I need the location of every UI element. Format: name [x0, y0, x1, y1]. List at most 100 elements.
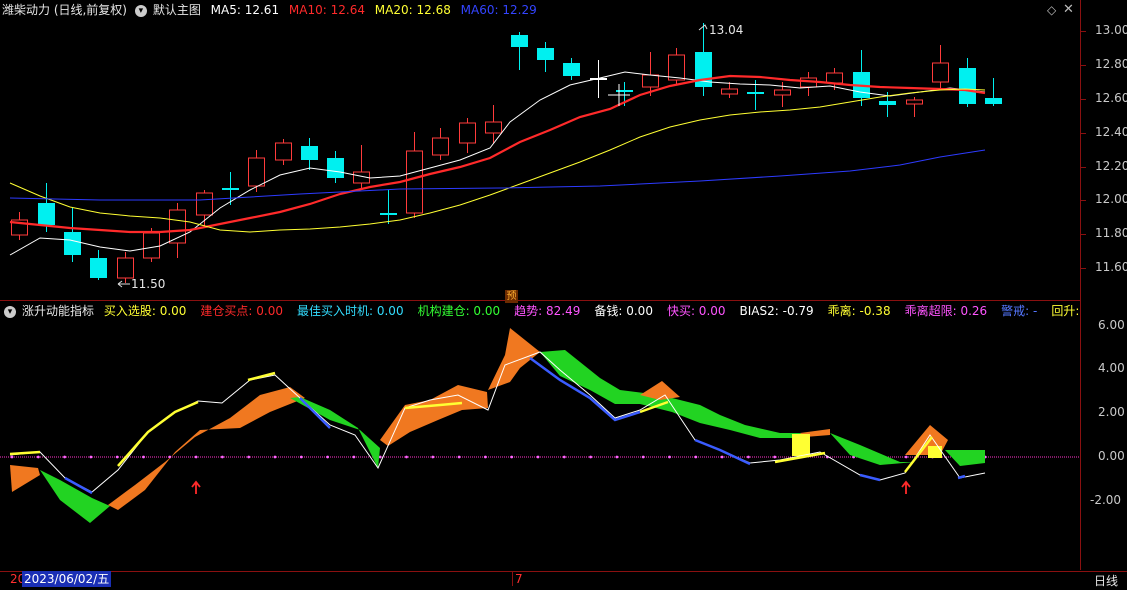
price-tick: 12.80: [1095, 57, 1127, 71]
price-tick: 12.00: [1095, 192, 1127, 206]
ribbon-green: [830, 433, 915, 465]
ribbon-green: [945, 450, 985, 466]
zero-dot: [168, 455, 172, 459]
price-tick-mark: [1081, 200, 1086, 201]
signal-yellow: [9, 450, 41, 456]
candle-body-up: [642, 74, 659, 88]
zero-dot: [273, 455, 277, 459]
bottom-bar: [0, 571, 1127, 590]
candle-body-down: [985, 98, 1002, 104]
candle-body-down: [959, 68, 976, 104]
indicator-legend-item: 机构建仓: 0.00: [417, 304, 501, 318]
price-tick-mark: [1081, 234, 1086, 235]
candle-body-flat: [747, 92, 764, 94]
candle-body-flat: [380, 213, 397, 215]
candle-body-up: [248, 157, 265, 187]
price-tick-mark: [1081, 99, 1086, 100]
zero-dot: [221, 455, 224, 459]
candle-body-down: [511, 35, 528, 47]
ribbon-orange: [108, 387, 305, 510]
indicator-legend-item: BIAS2: -0.79: [739, 304, 814, 318]
zero-dot: [142, 455, 145, 459]
candle-body-down: [90, 258, 107, 278]
candle-body-up: [774, 89, 791, 96]
candle-body-up: [196, 192, 213, 216]
zero-dot: [536, 455, 540, 459]
zero-dot: [63, 455, 66, 459]
candle-body-down: [879, 101, 896, 105]
low-label: 11.50: [131, 277, 165, 291]
buy-arrow-icon: [901, 480, 911, 494]
diamond-icon[interactable]: ◇: [1047, 3, 1056, 17]
zero-dot: [904, 455, 908, 459]
candle-body-down: [38, 203, 55, 225]
candle-body-up: [721, 88, 738, 95]
stock-title[interactable]: 潍柴动力 (日线,前复权): [2, 3, 127, 17]
zero-dot: [694, 455, 698, 459]
main-chart-header: 潍柴动力 (日线,前复权) ▾ 默认主图 MA5: 12.61 MA10: 12.…: [2, 0, 543, 20]
price-tick: 12.60: [1095, 91, 1127, 105]
indicator-legend-item: 趋势: 82.49: [514, 304, 581, 318]
ma5-label: MA5: 12.61: [210, 3, 280, 17]
theme-label[interactable]: 默认主图: [153, 3, 201, 17]
price-tick: 12.40: [1095, 125, 1127, 139]
zero-dot: [641, 455, 645, 459]
price-tick-mark: [1081, 31, 1086, 32]
candlestick-chart[interactable]: 13.04 11.50: [0, 20, 1080, 300]
highlight-bar: [928, 446, 942, 458]
indicator-legend-item: 最佳买入时机: 0.00: [297, 304, 404, 318]
buy-arrow-icon: [191, 480, 201, 494]
zero-dot: [510, 455, 514, 459]
price-tick-mark: [1081, 167, 1086, 168]
zero-dot: [378, 455, 382, 459]
ma5-line: [9, 71, 986, 256]
close-icon[interactable]: ✕: [1063, 2, 1074, 17]
price-tick: 13.00: [1095, 23, 1127, 37]
indicator-chart[interactable]: [0, 318, 1080, 571]
candle-body-up: [432, 137, 449, 156]
zero-dot: [299, 455, 303, 459]
candle-body-down: [327, 158, 344, 178]
zero-dot: [405, 455, 408, 459]
ma60-label: MA60: 12.29: [460, 3, 537, 17]
candle-body-up: [668, 54, 685, 81]
dropdown-icon[interactable]: ▾: [134, 4, 147, 17]
signal-blue: [694, 438, 751, 466]
zero-dot: [773, 455, 777, 459]
low-marker-arrow: [117, 280, 130, 288]
indicator-name[interactable]: 涨升动能指标: [22, 304, 94, 318]
indicator-legend-item: 快买: 0.00: [666, 304, 726, 318]
price-tick: 12.20: [1095, 159, 1127, 173]
indicator-dropdown-icon[interactable]: ▾: [4, 305, 16, 318]
candle-body-down: [301, 146, 318, 160]
ribbon-green: [40, 470, 110, 523]
mid-mark: 7: [512, 572, 523, 586]
ribbon-orange: [10, 465, 40, 492]
ma20-label: MA20: 12.68: [374, 3, 451, 17]
candle-body-down: [64, 232, 81, 255]
crosshair-date: 2023/06/02/五: [22, 571, 112, 587]
indicator-tick: 4.00: [1098, 361, 1125, 375]
indicator-tick: 6.00: [1098, 318, 1125, 332]
indicator-tick: 2.00: [1098, 405, 1125, 419]
price-tick: 11.80: [1095, 226, 1127, 240]
zero-dot: [326, 455, 329, 459]
candle-body-up: [406, 150, 423, 214]
zero-dot: [89, 455, 93, 459]
ma10-line: [9, 74, 986, 234]
highlight-bar: [792, 434, 810, 456]
zero-dot: [457, 455, 461, 459]
ribbon-orange: [380, 385, 488, 446]
candle-body-up: [275, 142, 292, 161]
period-label[interactable]: 日线: [1094, 572, 1118, 589]
signal-blue: [859, 473, 881, 482]
zero-dot: [562, 455, 566, 459]
zero-dot: [615, 455, 619, 459]
candle-body-up: [143, 232, 160, 259]
indicator-legend-item: 建仓买点: 0.00: [200, 304, 283, 318]
indicator-tick: -2.00: [1090, 493, 1122, 507]
candle-body-flat: [222, 188, 239, 190]
zero-dot: [247, 455, 251, 459]
indicator-legend-item: 乖离超限: 0.26: [904, 304, 988, 318]
zero-dot: [484, 455, 487, 459]
